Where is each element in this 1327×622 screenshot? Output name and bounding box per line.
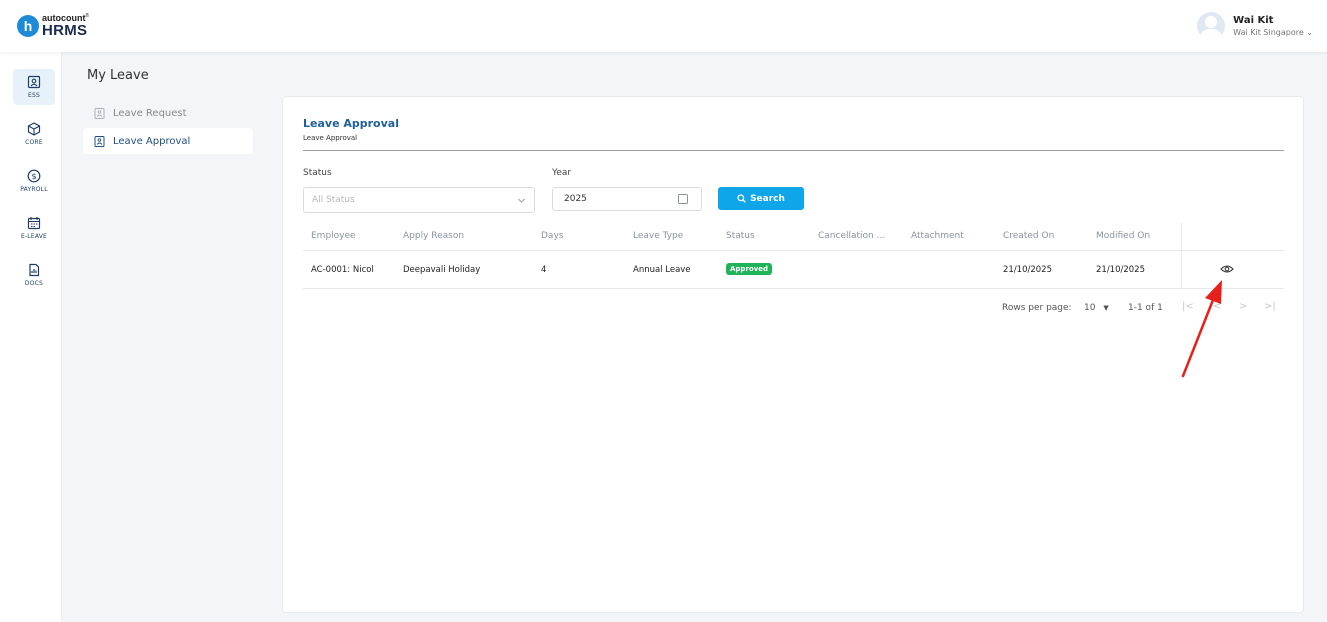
rows-per-page-select[interactable]: 10 ▼ [1084, 303, 1109, 313]
core-icon [27, 122, 41, 136]
cell-created-on: 21/10/2025 [1003, 265, 1052, 275]
status-label: Status [303, 168, 332, 178]
logo-trademark: ® [85, 13, 90, 19]
app-logo[interactable]: h autocount® HRMS [17, 12, 89, 40]
avatar-head [1205, 16, 1218, 28]
breadcrumb: Leave Approval [303, 134, 358, 142]
rows-per-page-label: Rows per page: [1002, 303, 1072, 313]
chevron-down-icon: ⌄ [1306, 28, 1313, 37]
leave-approval-table: Employee Apply Reason Days Leave Type St… [303, 223, 1284, 289]
document-icon [94, 135, 105, 147]
user-menu[interactable]: Wai Kit Wai Kit Singapore ⌄ [1197, 12, 1313, 40]
subnav-item-leave-request[interactable]: Leave Request [83, 100, 253, 126]
e-leave-icon [27, 217, 41, 230]
col-apply-reason[interactable]: Apply Reason [403, 231, 464, 241]
rows-per-page-value: 10 [1084, 303, 1096, 313]
rail-item-docs[interactable]: DOCS [13, 257, 55, 293]
docs-icon [29, 263, 40, 277]
subnav-item-leave-approval[interactable]: Leave Approval [83, 128, 253, 154]
col-attachment[interactable]: Attachment [911, 231, 964, 241]
col-status[interactable]: Status [726, 231, 755, 241]
payroll-icon: $ [27, 169, 41, 183]
cell-reason: Deepavali Holiday [403, 265, 481, 275]
user-name: Wai Kit [1233, 15, 1274, 26]
avatar[interactable] [1197, 12, 1226, 40]
rail-label-docs: DOCS [24, 280, 44, 287]
section-title: My Leave [87, 68, 149, 83]
search-button[interactable]: Search [718, 187, 804, 210]
divider [303, 150, 1284, 151]
rail-item-e-leave[interactable]: E-LEAVE [13, 210, 55, 246]
status-placeholder: All Status [312, 195, 355, 205]
col-created-on[interactable]: Created On [1003, 231, 1054, 241]
cell-days: 4 [541, 265, 547, 275]
user-company: Wai Kit Singapore [1233, 28, 1304, 37]
leave-approval-card: Leave Approval Leave Approval Status All… [282, 96, 1304, 613]
col-cancellation[interactable]: Cancellation ... [818, 231, 885, 241]
subnav-label-leave-approval: Leave Approval [113, 135, 191, 147]
ess-icon [27, 75, 41, 89]
col-employee[interactable]: Employee [311, 231, 356, 241]
table-header: Employee Apply Reason Days Leave Type St… [303, 223, 1284, 251]
year-input[interactable]: 2025 [552, 187, 702, 211]
year-value: 2025 [564, 194, 587, 204]
caret-down-icon: ▼ [1103, 304, 1109, 312]
status-badge: Approved [726, 263, 773, 275]
table-row[interactable]: AC-0001: Nicol Deepavali Holiday 4 Annua… [303, 251, 1284, 289]
page-title: Leave Approval [303, 117, 399, 130]
next-page-button[interactable]: > [1239, 301, 1247, 312]
view-eye-icon[interactable] [1220, 264, 1234, 274]
annotation-arrow-icon [1181, 280, 1222, 378]
year-label: Year [552, 168, 572, 178]
user-company-row[interactable]: Wai Kit Singapore ⌄ [1233, 28, 1313, 37]
chevron-down-icon [518, 198, 525, 203]
col-leave-type[interactable]: Leave Type [633, 231, 683, 241]
logo-badge: h [17, 15, 39, 37]
rail-label-e-leave: E-LEAVE [20, 233, 48, 240]
rail-label-core: CORE [25, 139, 43, 146]
top-bar: h autocount® HRMS Wai Kit Wai Kit Singap… [0, 0, 1327, 52]
calendar-icon[interactable] [677, 193, 689, 205]
module-rail: ESS CORE $ PAYROLL E-LEAVE DOCS [0, 52, 62, 622]
svg-text:$: $ [31, 172, 36, 181]
cell-leave-type: Annual Leave [633, 265, 691, 275]
logo-bottom-text: HRMS [42, 22, 88, 39]
document-icon [94, 107, 105, 119]
col-modified-on[interactable]: Modified On [1096, 231, 1150, 241]
search-button-label: Search [750, 193, 785, 204]
cell-employee: AC-0001: Nicol [311, 265, 374, 275]
rail-item-core[interactable]: CORE [13, 116, 55, 152]
last-page-button[interactable]: >| [1264, 301, 1276, 312]
cell-modified-on: 21/10/2025 [1096, 265, 1145, 275]
rail-item-payroll[interactable]: $ PAYROLL [13, 163, 55, 199]
rail-label-payroll: PAYROLL [20, 186, 48, 193]
rail-label-ess: ESS [27, 92, 40, 99]
avatar-body [1200, 29, 1223, 40]
search-icon [737, 194, 746, 203]
col-days[interactable]: Days [541, 231, 563, 241]
page-range: 1-1 of 1 [1128, 303, 1163, 313]
subnav-label-leave-request: Leave Request [113, 107, 187, 119]
user-info[interactable]: Wai Kit Wai Kit Singapore ⌄ [1233, 15, 1313, 37]
status-select[interactable]: All Status [303, 187, 535, 213]
rail-item-ess[interactable]: ESS [13, 69, 55, 105]
logo-wordmark: autocount® HRMS [42, 13, 90, 39]
